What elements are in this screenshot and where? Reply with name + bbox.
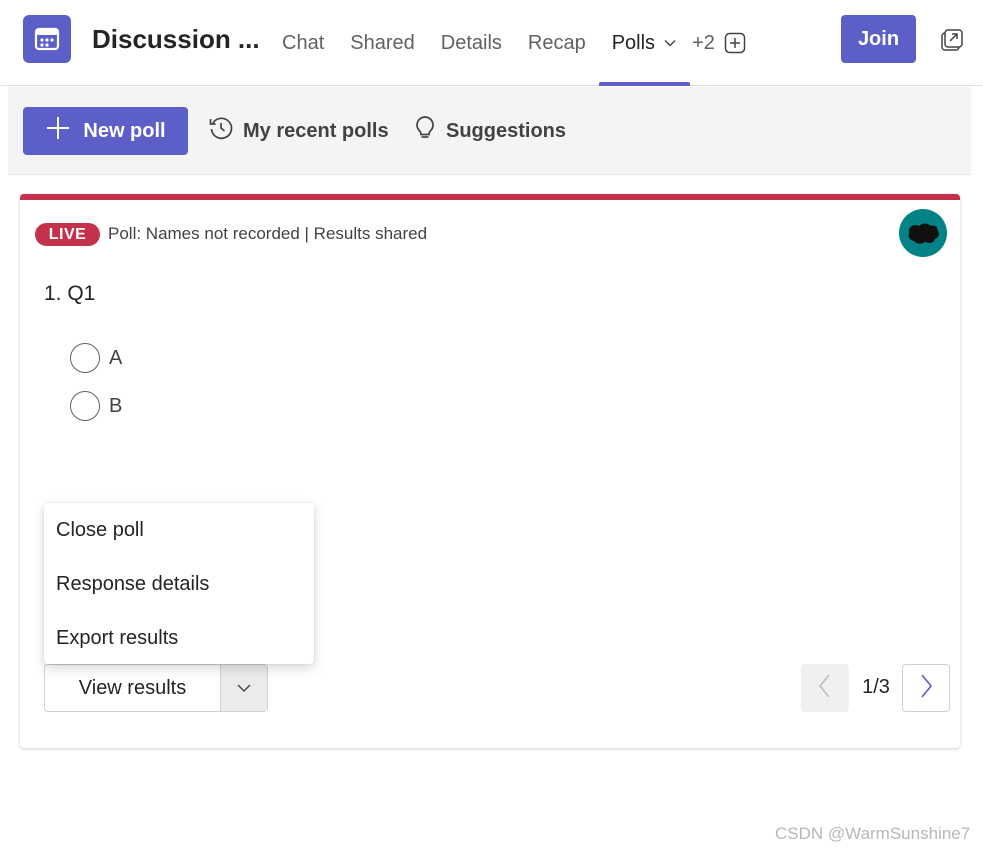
previous-poll-button[interactable] bbox=[801, 664, 849, 712]
chevron-down-icon[interactable] bbox=[663, 36, 677, 50]
plus-icon bbox=[45, 115, 71, 147]
page-indicator: 1/3 bbox=[862, 676, 890, 698]
poll-actions-menu: Close poll Response details Export resul… bbox=[44, 503, 314, 664]
option-label: B bbox=[109, 394, 123, 417]
my-recent-polls-button[interactable]: My recent polls bbox=[208, 107, 389, 155]
chevron-right-icon bbox=[917, 673, 935, 704]
history-icon bbox=[208, 115, 234, 147]
chevron-down-icon[interactable] bbox=[221, 665, 267, 711]
chevron-left-icon bbox=[816, 673, 834, 704]
menu-item-close-poll[interactable]: Close poll bbox=[44, 503, 314, 557]
lightbulb-icon bbox=[413, 115, 437, 147]
option-label: A bbox=[109, 346, 123, 369]
radio-button[interactable] bbox=[70, 343, 100, 373]
calendar-icon[interactable] bbox=[23, 15, 71, 63]
next-poll-button[interactable] bbox=[902, 664, 950, 712]
tab-details[interactable]: Details bbox=[428, 0, 515, 86]
avatar[interactable] bbox=[899, 209, 947, 257]
option-b[interactable]: B bbox=[70, 391, 122, 421]
live-accent-bar bbox=[20, 194, 960, 200]
page-title: Discussion ... bbox=[92, 24, 260, 54]
suggestions-label: Suggestions bbox=[446, 119, 567, 142]
view-results-split-button: View results bbox=[44, 664, 268, 712]
popout-icon[interactable] bbox=[938, 26, 966, 54]
radio-button[interactable] bbox=[70, 391, 100, 421]
my-recent-polls-label: My recent polls bbox=[243, 119, 389, 142]
poll-card: LIVE Poll: Names not recorded | Results … bbox=[20, 194, 960, 748]
tab-polls[interactable]: Polls bbox=[598, 0, 691, 86]
join-button[interactable]: Join bbox=[841, 15, 916, 63]
add-square-icon[interactable] bbox=[723, 31, 747, 55]
tab-recap[interactable]: Recap bbox=[515, 0, 599, 86]
tab-chat[interactable]: Chat bbox=[269, 0, 337, 86]
new-poll-button[interactable]: New poll bbox=[23, 107, 188, 155]
option-a[interactable]: A bbox=[70, 343, 122, 373]
tab-shared[interactable]: Shared bbox=[337, 0, 428, 86]
tab-bar: Chat Shared Details Recap Polls +2 bbox=[269, 0, 747, 86]
app-header: Discussion ... Chat Shared Details Recap… bbox=[0, 0, 983, 86]
question-text: 1. Q1 bbox=[44, 282, 96, 305]
watermark: CSDN @WarmSunshine7 bbox=[775, 824, 971, 843]
poll-meta: Poll: Names not recorded | Results share… bbox=[108, 224, 428, 243]
more-tabs-button[interactable]: +2 bbox=[690, 32, 723, 55]
tab-polls-label: Polls bbox=[611, 31, 656, 54]
view-results-button[interactable]: View results bbox=[45, 665, 221, 711]
polls-toolbar: New poll My recent polls Suggestions bbox=[8, 87, 971, 175]
suggestions-button[interactable]: Suggestions bbox=[413, 107, 566, 155]
menu-item-export-results[interactable]: Export results bbox=[44, 611, 314, 665]
menu-item-response-details[interactable]: Response details bbox=[44, 557, 314, 611]
status-badge: LIVE bbox=[35, 223, 100, 246]
new-poll-label: New poll bbox=[83, 119, 166, 142]
